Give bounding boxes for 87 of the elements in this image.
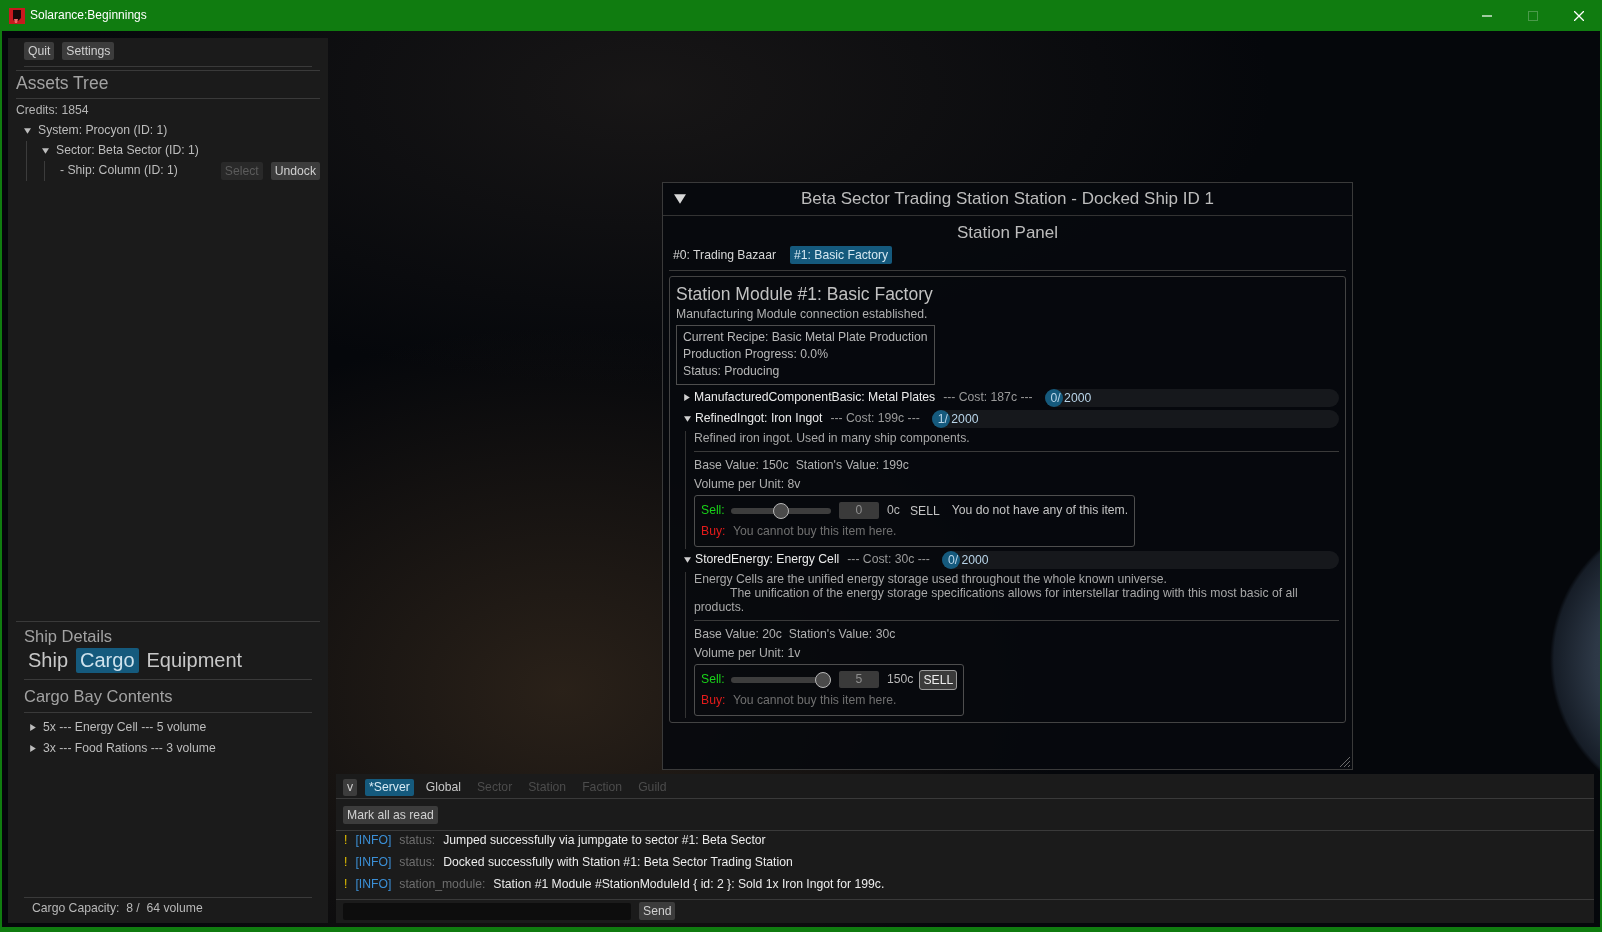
buy-label: Buy: <box>701 692 727 709</box>
quantity-slider[interactable] <box>731 671 831 688</box>
mark-all-read-button[interactable]: Mark all as read <box>343 806 438 824</box>
stock-count: 0/ 2000 <box>1050 389 1092 407</box>
caret-right-icon[interactable] <box>30 745 36 752</box>
caret-down-icon[interactable] <box>42 148 49 154</box>
quantity-slider[interactable] <box>731 502 831 519</box>
unread-marker: ! <box>344 855 348 871</box>
cargo-bay-heading: Cargo Bay Contents <box>24 686 173 706</box>
slider-thumb[interactable] <box>815 671 831 688</box>
sell-price: 150c <box>887 671 914 688</box>
caret-down-icon[interactable] <box>674 194 686 204</box>
volume-per-unit: Volume per Unit: 1v <box>694 645 801 662</box>
cargo-item-label[interactable]: 5x --- Energy Cell --- 5 volume <box>43 719 207 736</box>
sell-note: You do not have any of this item. <box>951 502 1129 519</box>
settings-button[interactable]: Settings <box>62 42 115 60</box>
chat-channel-tab[interactable]: Global <box>421 779 465 796</box>
app-icon <box>9 7 25 24</box>
recipe-info-line: Status: Producing <box>683 363 781 380</box>
station-window-title: Beta Sector Trading Station Station - Docked Ship ID 1 <box>801 188 1214 210</box>
caret-down-icon[interactable] <box>24 128 31 134</box>
credits-label: Credits: 1854 <box>16 102 89 119</box>
item-name[interactable]: ManufacturedComponentBasic: Metal Plates <box>694 389 936 406</box>
item-cost: --- Cost: 30c --- <box>847 551 930 568</box>
sell-label: Sell: <box>701 502 726 519</box>
caret-down-icon[interactable] <box>684 415 691 422</box>
log-source: status: <box>399 855 436 871</box>
buy-label: Buy: <box>701 523 727 540</box>
module-tab[interactable]: #1: Basic Factory <box>790 246 893 264</box>
module-status-text: Manufacturing Module connection established. <box>676 306 928 322</box>
assets-tree-heading: Assets Tree <box>16 72 109 94</box>
log-source: status: <box>399 833 436 849</box>
log-message: Docked successfully with Station #1: Beta Sector Trading Station <box>443 855 793 871</box>
ship-details-tab[interactable]: Ship <box>24 648 73 673</box>
recipe-info-line: Current Recipe: Basic Metal Plate Production <box>683 329 928 346</box>
log-level: [INFO] <box>355 855 392 871</box>
ship-details-tab[interactable]: Cargo <box>76 648 139 673</box>
volume-per-unit: Volume per Unit: 8v <box>694 476 801 493</box>
collapse-button[interactable]: v <box>343 779 358 796</box>
caret-right-icon[interactable] <box>684 394 690 401</box>
log-level: [INFO] <box>355 877 392 893</box>
log-message: Jumped successfully via jumpgate to sector #1: Beta Sector <box>443 833 766 849</box>
ship-details-tab[interactable]: Equipment <box>142 648 247 673</box>
resize-grip-icon[interactable] <box>1340 757 1350 767</box>
item-name[interactable]: StoredEnergy: Energy Cell <box>695 551 840 568</box>
sell-price: 0c <box>887 502 900 519</box>
module-title: Station Module #1: Basic Factory <box>676 283 933 306</box>
tree-item-label[interactable]: - Ship: Column (ID: 1) <box>60 163 178 179</box>
sell-button[interactable]: SELL <box>919 669 958 690</box>
slider-thumb[interactable] <box>773 502 789 519</box>
station-value: Station's Value: 199c <box>795 457 909 474</box>
chat-channel-tab[interactable]: *Server <box>365 779 414 796</box>
cargo-capacity-label: Cargo Capacity: 8 / 64 volume <box>32 900 203 917</box>
base-value: Base Value: 150c <box>694 457 789 474</box>
station-value: Station's Value: 30c <box>788 626 896 643</box>
send-button[interactable]: Send <box>639 902 676 920</box>
unread-marker: ! <box>344 833 348 849</box>
item-cost: --- Cost: 199c --- <box>830 410 920 427</box>
stock-count: 1/ 2000 <box>937 410 979 428</box>
log-source: station_module: <box>399 877 486 893</box>
sell-label: Sell: <box>701 671 726 688</box>
quantity-field[interactable]: 0 <box>839 502 879 519</box>
module-tab[interactable]: #0: Trading Bazaar <box>669 246 780 264</box>
item-description: Energy Cells are the unified energy storage used throughout the whole known universe. <box>694 572 1168 586</box>
item-description: The unification of the energy storage specifications allows for interstellar trading with this most basic of all products. <box>694 586 1299 614</box>
item-cost: --- Cost: 187c --- <box>943 389 1033 406</box>
buy-note: You cannot buy this item here. <box>733 692 897 709</box>
quit-button[interactable]: Quit <box>24 42 55 60</box>
caret-right-icon[interactable] <box>30 724 36 731</box>
tree-item-label[interactable]: System: Procyon (ID: 1) <box>38 123 168 139</box>
window-title: Solarance:Beginnings <box>30 8 147 23</box>
stock-count: 0/ 2000 <box>947 551 989 569</box>
item-name[interactable]: RefinedIngot: Iron Ingot <box>695 410 823 427</box>
buy-note: You cannot buy this item here. <box>733 523 897 540</box>
log-level: [INFO] <box>355 833 392 849</box>
cargo-item-label[interactable]: 3x --- Food Rations --- 3 volume <box>43 740 216 757</box>
tree-item-label[interactable]: Sector: Beta Sector (ID: 1) <box>56 143 199 159</box>
station-panel-heading: Station Panel <box>956 222 1059 244</box>
log-message: Station #1 Module #StationModuleId { id: 2 }: Sold 1x Iron Ingot for 199c. <box>493 877 885 893</box>
base-value: Base Value: 20c <box>694 626 782 643</box>
quantity-field[interactable]: 5 <box>839 671 879 688</box>
ship-details-heading: Ship Details <box>24 626 113 646</box>
undock-button[interactable]: Undock <box>270 162 320 180</box>
caret-down-icon[interactable] <box>684 556 691 563</box>
recipe-info-line: Production Progress: 0.0% <box>683 346 829 363</box>
item-description: Refined iron ingot. Used in many ship components. <box>694 431 971 445</box>
unread-marker: ! <box>344 877 348 893</box>
